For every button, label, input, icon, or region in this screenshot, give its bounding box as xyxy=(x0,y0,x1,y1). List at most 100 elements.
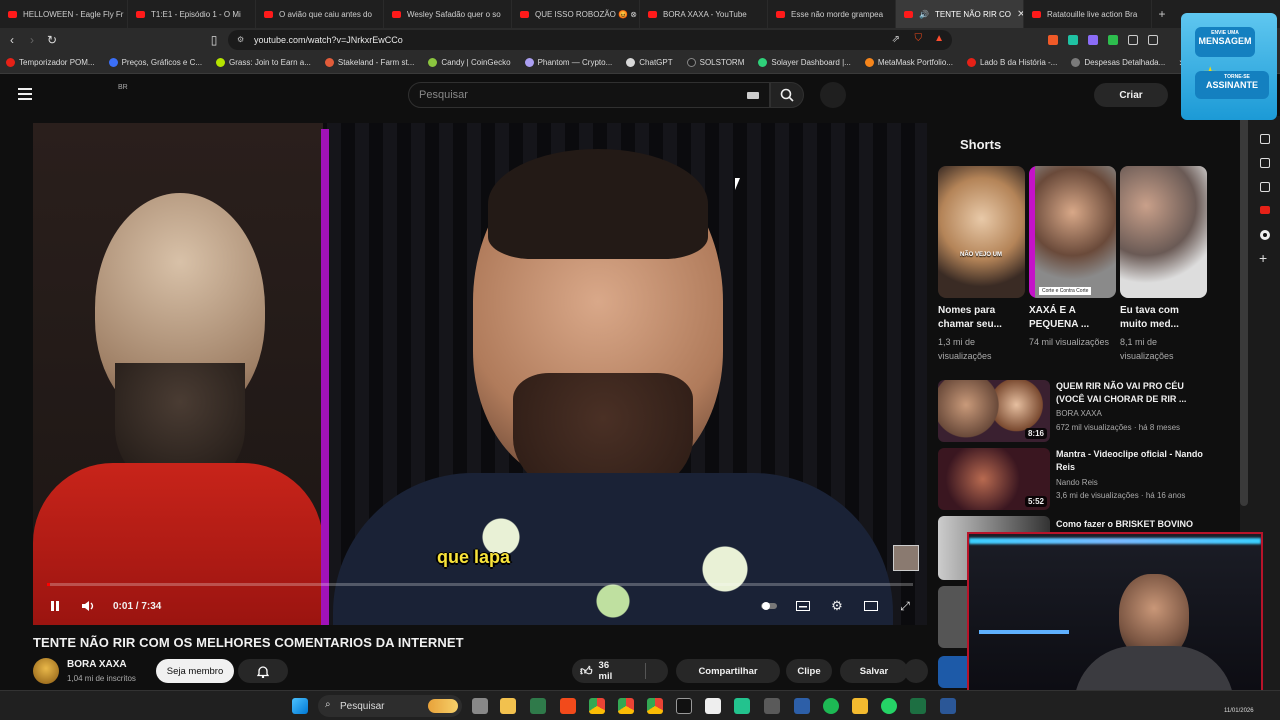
keyboard-icon[interactable] xyxy=(747,92,759,99)
taskbar-search[interactable]: ⌕ Pesquisar xyxy=(318,695,462,717)
youtube-sidebar-icon[interactable] xyxy=(1260,206,1270,214)
clip-button[interactable]: Clipe xyxy=(786,659,832,683)
history-icon[interactable] xyxy=(1260,182,1270,192)
back-icon[interactable]: ‹ xyxy=(2,33,22,47)
autoplay-toggle[interactable] xyxy=(759,596,779,616)
sidebar-panel-icon[interactable] xyxy=(1260,134,1270,144)
recommended-thumbnail[interactable]: 5:52 xyxy=(938,448,1050,510)
extension-icon[interactable] xyxy=(1128,35,1138,45)
chrome-icon[interactable] xyxy=(647,698,663,714)
app-icon[interactable] xyxy=(852,698,868,714)
bookmark-item[interactable]: Grass: Join to Earn a... xyxy=(216,58,311,67)
dislike-button[interactable] xyxy=(644,663,668,679)
bookmark-item[interactable]: Solayer Dashboard |... xyxy=(758,58,851,67)
extension-icon[interactable] xyxy=(1048,35,1058,45)
browser-tab[interactable]: Wesley Safadão quer o so xyxy=(384,0,512,28)
join-button[interactable]: Seja membro xyxy=(156,659,234,683)
reload-icon[interactable]: ↻ xyxy=(42,33,62,47)
extension-icon[interactable] xyxy=(1108,35,1118,45)
channel-watermark[interactable] xyxy=(893,545,919,571)
bookmark-item[interactable]: Stakeland - Farm st... xyxy=(324,58,414,67)
bookmark-item[interactable]: Preços, Gráficos e C... xyxy=(108,58,202,67)
extension-icon[interactable] xyxy=(1148,35,1158,45)
bookmark-item[interactable]: Phantom — Crypto... xyxy=(524,58,612,67)
save-button[interactable]: Salvar xyxy=(840,659,908,683)
address-bar[interactable]: ⚙ youtube.com/watch?v=JNrkxrEwCCo ⇗ ⛉ ▲ xyxy=(228,30,952,50)
share-icon[interactable]: ⇗ xyxy=(892,34,900,45)
browser-tab[interactable]: T1:E1 - Episódio 1 - O Mi xyxy=(128,0,256,28)
recommended-channel[interactable]: Nando Reis xyxy=(1056,478,1098,487)
extension-icon[interactable] xyxy=(1068,35,1078,45)
brave-shield-icon[interactable]: ⛉ xyxy=(915,33,923,44)
brave-browser-icon[interactable] xyxy=(560,698,576,714)
more-actions-button[interactable] xyxy=(904,659,928,683)
recommended-title[interactable]: Como fazer o BRISKET BOVINO xyxy=(1056,518,1206,531)
browser-tab[interactable]: Ratatouille live action Bra xyxy=(1024,0,1152,28)
bookmark-item[interactable]: Candy | CoinGecko xyxy=(428,58,511,67)
browser-tab[interactable]: QUE ISSO ROBOZÃO 😡 ⊗ xyxy=(512,0,640,28)
bookmark-item[interactable]: Temporizador POM... xyxy=(6,58,95,67)
bookmark-item[interactable]: Lado B da História -... xyxy=(966,58,1057,67)
bookmark-item[interactable]: MetaMask Portfolio... xyxy=(864,58,953,67)
task-view-icon[interactable] xyxy=(472,698,488,714)
brave-rewards-icon[interactable]: ▲ xyxy=(934,33,944,44)
like-button[interactable]: 👍︎ 36 mil xyxy=(572,659,668,683)
app-icon[interactable] xyxy=(881,698,897,714)
voice-search-button[interactable] xyxy=(820,82,846,108)
record-icon[interactable] xyxy=(1260,230,1270,240)
subtitles-button[interactable] xyxy=(793,596,813,616)
chrome-icon[interactable] xyxy=(589,698,605,714)
settings-button[interactable]: ⚙ xyxy=(827,596,847,616)
word-icon[interactable] xyxy=(940,698,956,714)
bookmark-item[interactable]: SOLSTORM xyxy=(686,58,744,67)
add-sidebar-item-icon[interactable]: + xyxy=(1259,250,1267,266)
volume-button[interactable] xyxy=(79,596,99,616)
bookmark-item[interactable]: ChatGPT xyxy=(626,58,673,67)
reading-list-icon[interactable] xyxy=(1260,158,1270,168)
miniplayer-button[interactable] xyxy=(861,596,881,616)
bookmark-item[interactable]: Despesas Detalhada... xyxy=(1071,58,1165,67)
browser-tab[interactable]: HELLOWEEN - Eagle Fly Fr xyxy=(0,0,128,28)
app-icon[interactable] xyxy=(530,698,546,714)
recommended-thumbnail[interactable]: 8:16 xyxy=(938,380,1050,442)
spotify-icon[interactable] xyxy=(823,698,839,714)
short-title[interactable]: XAXÁ E A PEQUENA ... xyxy=(1029,304,1117,332)
search-button[interactable] xyxy=(770,82,804,108)
audio-app-icon[interactable] xyxy=(794,698,810,714)
windows-start-icon[interactable] xyxy=(292,698,308,714)
capcut-icon[interactable] xyxy=(676,698,692,714)
short-title[interactable]: Eu tava com muito med... xyxy=(1120,304,1208,332)
fullscreen-button[interactable]: ⤢ xyxy=(895,596,915,616)
bookmark-page-icon[interactable]: ▯ xyxy=(204,33,224,47)
short-title[interactable]: Nomes para chamar seu... xyxy=(938,304,1026,332)
short-thumbnail[interactable]: Corte e Contra Corte xyxy=(1029,166,1116,298)
chrome-icon[interactable] xyxy=(618,698,634,714)
excel-icon[interactable] xyxy=(910,698,926,714)
app-icon[interactable] xyxy=(734,698,750,714)
short-thumbnail[interactable] xyxy=(1120,166,1207,298)
forward-icon[interactable]: › xyxy=(22,33,42,47)
recommended-title[interactable]: QUEM RIR NÃO VAI PRO CÉU (VOCÊ VAI CHORA… xyxy=(1056,380,1206,406)
extension-icon[interactable] xyxy=(1088,35,1098,45)
search-input[interactable]: Pesquisar xyxy=(408,82,770,108)
browser-tab[interactable]: Esse não morde grampea xyxy=(768,0,896,28)
notification-button[interactable] xyxy=(238,659,288,683)
create-button[interactable]: Criar xyxy=(1094,83,1168,107)
app-icon[interactable] xyxy=(764,698,780,714)
pause-button[interactable] xyxy=(45,596,65,616)
new-tab-icon[interactable]: + xyxy=(1152,7,1172,21)
browser-tab[interactable]: O avião que caiu antes do xyxy=(256,0,384,28)
menu-icon[interactable] xyxy=(18,88,32,100)
channel-name[interactable]: BORA XAXA xyxy=(67,659,127,670)
close-tab-icon[interactable]: ✕ xyxy=(1017,9,1023,20)
site-info-icon[interactable]: ⚙ xyxy=(237,35,244,44)
file-explorer-icon[interactable] xyxy=(500,698,516,714)
recommended-channel[interactable]: BORA XAXA xyxy=(1056,409,1102,418)
sidebar-scrollbar[interactable] xyxy=(1240,116,1248,506)
progress-bar[interactable] xyxy=(47,583,913,586)
browser-tab-active[interactable]: 🔊 TENTE NÃO RIR CO ✕ xyxy=(896,0,1024,28)
short-thumbnail[interactable]: NÃO VEJO UM xyxy=(938,166,1025,298)
share-button[interactable]: Compartilhar xyxy=(676,659,780,683)
notes-icon[interactable] xyxy=(705,698,721,714)
recommended-title[interactable]: Mantra - Videoclipe oficial - Nando Reis xyxy=(1056,448,1206,474)
